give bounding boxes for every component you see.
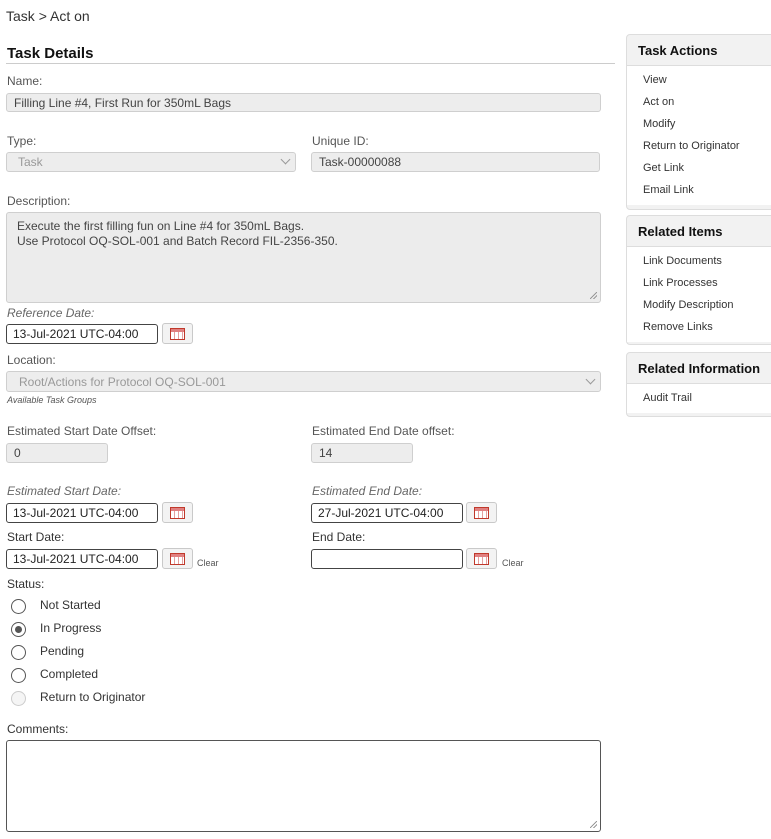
status-radio-not-started[interactable] [11,599,26,614]
chevron-down-icon [585,374,596,385]
end-date-clear-link[interactable]: Clear [502,558,524,568]
action-return-to-originator-link[interactable]: Return to Originator [627,135,771,157]
comments-textarea[interactable] [6,740,601,832]
status-option-label: Completed [40,667,99,681]
modify-description-link[interactable]: Modify Description [627,294,771,316]
est-end-date-label: Estimated End Date: [312,484,423,498]
location-label: Location: [7,353,56,367]
start-date-label: Start Date: [7,530,65,544]
est-start-date-label: Estimated Start Date: [7,484,122,498]
location-select-value: Root/Actions for Protocol OQ-SOL-001 [19,374,226,389]
related-items-list: Link Documents Link Processes Modify Des… [627,247,771,342]
description-textarea[interactable]: Execute the first filling fun on Line #4… [6,212,601,303]
breadcrumb-current: Act on [50,8,90,24]
est-end-date-calendar-button[interactable] [466,502,497,523]
unique-id-label: Unique ID: [312,134,369,148]
est-end-offset-label: Estimated End Date offset: [312,424,455,438]
type-select[interactable]: Task [6,152,296,172]
type-select-value: Task [18,155,43,169]
action-view-link[interactable]: View [627,69,771,91]
type-label: Type: [7,134,37,148]
location-select[interactable]: Root/Actions for Protocol OQ-SOL-001 [6,371,601,392]
audit-trail-link[interactable]: Audit Trail [627,387,771,409]
start-date-calendar-button[interactable] [162,548,193,569]
resize-grip-icon[interactable] [590,292,597,299]
reference-date-label: Reference Date: [7,306,95,320]
link-processes-link[interactable]: Link Processes [627,272,771,294]
est-end-offset-field[interactable]: 14 [311,443,413,463]
start-date-input[interactable]: 13-Jul-2021 UTC-04:00 [6,549,158,569]
calendar-icon [170,327,185,340]
status-option-label: In Progress [40,621,102,635]
end-date-calendar-button[interactable] [466,548,497,569]
end-date-input[interactable] [311,549,463,569]
est-start-offset-label: Estimated Start Date Offset: [7,424,157,438]
calendar-icon [474,552,489,565]
calendar-icon [474,506,489,519]
start-date-clear-link[interactable]: Clear [197,558,219,568]
action-act-on-link[interactable]: Act on [627,91,771,113]
unique-id-field[interactable]: Task-00000088 [311,152,600,172]
status-label: Status: [7,577,45,591]
end-date-label: End Date: [312,530,366,544]
remove-links-link[interactable]: Remove Links [627,316,771,338]
status-radio-in-progress[interactable] [11,622,26,637]
est-start-date-calendar-button[interactable] [162,502,193,523]
est-start-offset-field[interactable]: 0 [6,443,108,463]
breadcrumb-separator: > [38,8,47,24]
action-get-link-link[interactable]: Get Link [627,157,771,179]
status-option-label: Not Started [40,598,101,612]
chevron-down-icon [280,154,291,165]
status-radio-pending[interactable] [11,645,26,660]
name-field[interactable]: Filling Line #4, First Run for 350mL Bag… [6,93,601,112]
name-label: Name: [7,74,43,88]
action-email-link-link[interactable]: Email Link [627,179,771,201]
description-label: Description: [7,194,71,208]
breadcrumb: Task > Act on [6,8,90,24]
reference-date-calendar-button[interactable] [162,323,193,344]
reference-date-input[interactable]: 13-Jul-2021 UTC-04:00 [6,324,158,344]
task-actions-list: View Act on Modify Return to Originator … [627,66,771,205]
related-information-list: Audit Trail [627,384,771,413]
calendar-icon [170,552,185,565]
location-hint: Available Task Groups [7,395,97,405]
est-end-date-input[interactable]: 27-Jul-2021 UTC-04:00 [311,503,463,523]
resize-grip-icon[interactable] [590,821,597,828]
status-option-label: Return to Originator [40,690,146,704]
status-option-label: Pending [40,644,85,658]
related-items-panel: Related Items Link Documents Link Proces… [626,215,771,345]
task-actions-title: Task Actions [627,35,771,66]
status-radio-completed[interactable] [11,668,26,683]
related-items-title: Related Items [627,216,771,247]
page-title: Task Details [7,45,94,62]
task-actions-panel: Task Actions View Act on Modify Return t… [626,34,771,210]
link-documents-link[interactable]: Link Documents [627,250,771,272]
status-radio-return-to-originator [11,691,26,706]
calendar-icon [170,506,185,519]
action-modify-link[interactable]: Modify [627,113,771,135]
section-divider [6,63,615,64]
est-start-date-input[interactable]: 13-Jul-2021 UTC-04:00 [6,503,158,523]
related-information-panel: Related Information Audit Trail [626,352,771,417]
related-information-title: Related Information [627,353,771,384]
comments-label: Comments: [7,722,69,736]
breadcrumb-root[interactable]: Task [6,8,35,24]
